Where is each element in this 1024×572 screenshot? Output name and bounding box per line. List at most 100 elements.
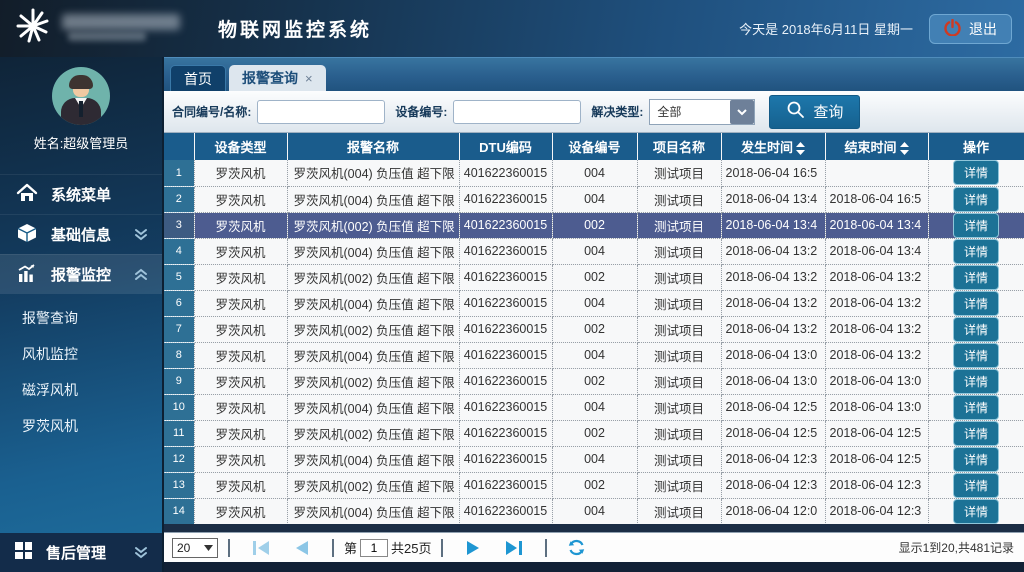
cell-device-type: 罗茨风机 bbox=[194, 342, 287, 368]
row-detail-button[interactable]: 详情 bbox=[953, 239, 999, 264]
table-row[interactable]: 5罗茨风机罗茨风机(002) 负压值 超下限401622360015002测试项… bbox=[164, 264, 1024, 290]
table-row[interactable]: 7罗茨风机罗茨风机(002) 负压值 超下限401622360015002测试项… bbox=[164, 316, 1024, 342]
next-page-button[interactable] bbox=[463, 539, 483, 557]
column-header-7[interactable]: 结束时间 bbox=[825, 133, 928, 160]
tab-alarm-query[interactable]: 报警查询 × bbox=[229, 65, 326, 91]
device-no-input[interactable] bbox=[453, 100, 581, 124]
cell-start-time: 2018-06-04 13:0 bbox=[721, 342, 825, 368]
cell-action: 详情 bbox=[928, 446, 1024, 472]
cell-row-number: 11 bbox=[164, 420, 194, 446]
row-detail-button[interactable]: 详情 bbox=[953, 213, 999, 238]
grid-icon bbox=[14, 541, 33, 564]
cell-device-no: 002 bbox=[552, 472, 637, 498]
cell-alarm-name: 罗茨风机(002) 负压值 超下限 bbox=[287, 264, 459, 290]
pagination-bar: 20 第 共25页 bbox=[164, 532, 1024, 562]
cell-start-time: 2018-06-04 16:5 bbox=[721, 160, 825, 186]
cell-project-name: 测试项目 bbox=[637, 212, 721, 238]
row-detail-button[interactable]: 详情 bbox=[953, 265, 999, 290]
sidebar-submenu: 报警查询风机监控磁浮风机罗茨风机 bbox=[0, 294, 162, 444]
table-row[interactable]: 2罗茨风机罗茨风机(004) 负压值 超下限401622360015004测试项… bbox=[164, 186, 1024, 212]
row-detail-button[interactable]: 详情 bbox=[953, 473, 999, 498]
row-detail-button[interactable]: 详情 bbox=[953, 291, 999, 316]
row-detail-button[interactable]: 详情 bbox=[953, 317, 999, 342]
cell-device-no: 002 bbox=[552, 212, 637, 238]
sidebar-item-aftersales[interactable]: 售后管理 bbox=[0, 533, 162, 572]
table-row[interactable]: 8罗茨风机罗茨风机(004) 负压值 超下限401622360015004测试项… bbox=[164, 342, 1024, 368]
table-row[interactable]: 11罗茨风机罗茨风机(002) 负压值 超下限401622360015002测试… bbox=[164, 420, 1024, 446]
logout-button[interactable]: 退出 bbox=[929, 14, 1012, 44]
cell-device-type: 罗茨风机 bbox=[194, 472, 287, 498]
cell-action: 详情 bbox=[928, 368, 1024, 394]
table-row[interactable]: 6罗茨风机罗茨风机(004) 负压值 超下限401622360015004测试项… bbox=[164, 290, 1024, 316]
cell-alarm-name: 罗茨风机(002) 负压值 超下限 bbox=[287, 368, 459, 394]
row-detail-button[interactable]: 详情 bbox=[953, 160, 999, 185]
tab-home[interactable]: 首页 bbox=[170, 65, 226, 91]
sidebar-item-label: 基础信息 bbox=[51, 224, 111, 245]
table-row[interactable]: 12罗茨风机罗茨风机(004) 负压值 超下限401622360015004测试… bbox=[164, 446, 1024, 472]
cell-device-no: 004 bbox=[552, 160, 637, 186]
first-page-button[interactable] bbox=[250, 539, 272, 557]
row-detail-button[interactable]: 详情 bbox=[953, 499, 999, 524]
last-page-button[interactable] bbox=[503, 539, 525, 557]
table-row[interactable]: 4罗茨风机罗茨风机(004) 负压值 超下限401622360015004测试项… bbox=[164, 238, 1024, 264]
column-header-6[interactable]: 发生时间 bbox=[721, 133, 825, 160]
sidebar-subitem-0[interactable]: 报警查询 bbox=[0, 300, 162, 336]
sidebar-item-alarm-monitor[interactable]: 报警监控 bbox=[0, 254, 162, 294]
table-row[interactable]: 1罗茨风机罗茨风机(004) 负压值 超下限401622360015004测试项… bbox=[164, 160, 1024, 186]
cell-end-time: 2018-06-04 13:2 bbox=[825, 316, 928, 342]
row-detail-button[interactable]: 详情 bbox=[953, 369, 999, 394]
cell-device-type: 罗茨风机 bbox=[194, 186, 287, 212]
tab-bar: 首页 报警查询 × bbox=[164, 57, 1024, 91]
contract-input[interactable] bbox=[257, 100, 385, 124]
cell-device-type: 罗茨风机 bbox=[194, 368, 287, 394]
sidebar-item-basic-info[interactable]: 基础信息 bbox=[0, 214, 162, 254]
cell-alarm-name: 罗茨风机(004) 负压值 超下限 bbox=[287, 290, 459, 316]
cell-dtu-code: 401622360015 bbox=[459, 342, 552, 368]
table-row[interactable]: 9罗茨风机罗茨风机(002) 负压值 超下限401622360015002测试项… bbox=[164, 368, 1024, 394]
column-header-5: 项目名称 bbox=[637, 133, 721, 160]
chevron-double-down-icon bbox=[132, 227, 150, 243]
chevron-down-icon[interactable] bbox=[730, 100, 754, 124]
prev-page-button[interactable] bbox=[292, 539, 312, 557]
cell-project-name: 测试项目 bbox=[637, 368, 721, 394]
cell-alarm-name: 罗茨风机(004) 负压值 超下限 bbox=[287, 238, 459, 264]
cell-action: 详情 bbox=[928, 342, 1024, 368]
cell-end-time: 2018-06-04 12:5 bbox=[825, 446, 928, 472]
cell-dtu-code: 401622360015 bbox=[459, 212, 552, 238]
row-detail-button[interactable]: 详情 bbox=[953, 343, 999, 368]
sidebar-item-system-menu[interactable]: 系统菜单 bbox=[0, 174, 162, 214]
chevron-double-down-icon bbox=[132, 545, 150, 561]
table-row[interactable]: 13罗茨风机罗茨风机(002) 负压值 超下限401622360015002测试… bbox=[164, 472, 1024, 498]
cell-start-time: 2018-06-04 13:2 bbox=[721, 238, 825, 264]
cell-row-number: 8 bbox=[164, 342, 194, 368]
table-row[interactable]: 10罗茨风机罗茨风机(004) 负压值 超下限401622360015004测试… bbox=[164, 394, 1024, 420]
row-detail-button[interactable]: 详情 bbox=[953, 395, 999, 420]
refresh-button[interactable] bbox=[567, 538, 586, 557]
sidebar-subitem-2[interactable]: 磁浮风机 bbox=[0, 372, 162, 408]
table-row[interactable]: 14罗茨风机罗茨风机(004) 负压值 超下限401622360015004测试… bbox=[164, 498, 1024, 524]
row-detail-button[interactable]: 详情 bbox=[953, 187, 999, 212]
divider bbox=[545, 539, 547, 557]
cell-alarm-name: 罗茨风机(002) 负压值 超下限 bbox=[287, 316, 459, 342]
row-detail-button[interactable]: 详情 bbox=[953, 421, 999, 446]
cell-project-name: 测试项目 bbox=[637, 446, 721, 472]
cell-project-name: 测试项目 bbox=[637, 238, 721, 264]
search-button[interactable]: 查询 bbox=[769, 95, 860, 129]
resolve-type-select[interactable]: 全部 bbox=[649, 99, 755, 125]
logout-label: 退出 bbox=[969, 19, 997, 39]
row-detail-button[interactable]: 详情 bbox=[953, 447, 999, 472]
cell-action: 详情 bbox=[928, 160, 1024, 186]
cell-device-type: 罗茨风机 bbox=[194, 316, 287, 342]
page-number-input[interactable] bbox=[360, 539, 388, 557]
page-size-select[interactable]: 20 bbox=[172, 538, 218, 558]
sidebar-subitem-1[interactable]: 风机监控 bbox=[0, 336, 162, 372]
sidebar-subitem-3[interactable]: 罗茨风机 bbox=[0, 408, 162, 444]
cell-start-time: 2018-06-04 12:3 bbox=[721, 472, 825, 498]
contract-filter-label: 合同编号/名称: bbox=[172, 103, 251, 120]
cell-row-number: 13 bbox=[164, 472, 194, 498]
close-icon[interactable]: × bbox=[305, 71, 313, 86]
cell-project-name: 测试项目 bbox=[637, 186, 721, 212]
cell-dtu-code: 401622360015 bbox=[459, 316, 552, 342]
table-row[interactable]: 3罗茨风机罗茨风机(002) 负压值 超下限401622360015002测试项… bbox=[164, 212, 1024, 238]
table-body: 1罗茨风机罗茨风机(004) 负压值 超下限401622360015004测试项… bbox=[164, 160, 1024, 524]
